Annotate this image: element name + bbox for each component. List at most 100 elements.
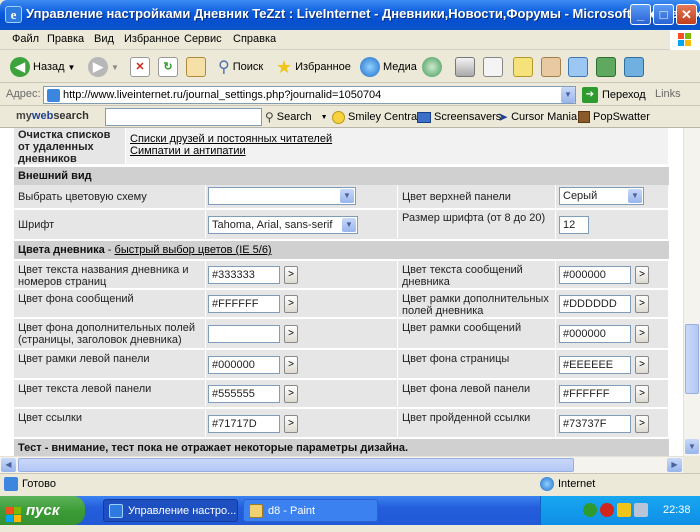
close-button[interactable]: ✕ (676, 4, 697, 25)
color-picker-button-left[interactable]: > (284, 356, 298, 374)
address-dropdown-button[interactable]: ▼ (561, 87, 575, 103)
sympathy-antipathy-link[interactable]: Симпатии и антипатии (130, 145, 664, 157)
refresh-button[interactable]: ↻ (158, 55, 178, 79)
print-button[interactable] (455, 55, 475, 79)
color-input-left[interactable]: #333333 (208, 266, 280, 284)
cleanup-links: Списки друзей и постоянных читателей Сим… (126, 128, 669, 164)
taskbar-paint-window[interactable]: d8 - Paint (243, 499, 378, 522)
tray-security-icon[interactable] (600, 503, 614, 517)
media-globe-icon (360, 57, 380, 77)
taskbar-ie-window[interactable]: Управление настро... (103, 499, 238, 522)
quick-color-link[interactable]: быстрый выбор цветов (IE 5/6) (115, 244, 272, 256)
font-select[interactable]: Tahoma, Arial, sans-serif ▼ (208, 216, 358, 234)
vertical-scroll-thumb[interactable] (685, 324, 699, 394)
color-input-right[interactable]: #73737F (559, 415, 631, 433)
color-cell-left: #FFFFFF > (206, 290, 398, 317)
stop-button[interactable]: ✕ (130, 55, 150, 79)
menu-favorites[interactable]: Избранное (124, 33, 180, 45)
menu-bar: Файл Правка Вид Избранное Сервис Справка (0, 30, 700, 50)
users-icon (624, 57, 644, 77)
color-input-right[interactable]: #EEEEEE (559, 356, 631, 374)
color-row: Цвет фона дополнительных полей (страницы… (14, 319, 669, 349)
color-picker-button-left[interactable]: > (284, 385, 298, 403)
fontsize-input[interactable]: 12 (559, 216, 589, 234)
friends-readers-link[interactable]: Списки друзей и постоянных читателей (130, 133, 664, 145)
color-label-left: Цвет текста левой панели (14, 380, 206, 407)
menu-edit[interactable]: Правка (47, 33, 84, 45)
scroll-right-button[interactable]: ▶ (667, 458, 682, 472)
color-input-right[interactable]: #000000 (559, 325, 631, 343)
favorites-button[interactable]: ★ Избранное (276, 55, 351, 79)
color-picker-button-right[interactable]: > (635, 356, 649, 374)
smiley-central-button[interactable]: Smiley Central (332, 109, 420, 125)
media-button[interactable]: Медиа (360, 55, 417, 79)
color-picker-button-right[interactable]: > (635, 415, 649, 433)
mail-button[interactable] (483, 55, 503, 79)
history-button[interactable] (422, 55, 442, 79)
color-label-right: Цвет рамки дополнительных полей дневника (398, 290, 556, 317)
go-button[interactable]: ➔ Переход (582, 86, 646, 104)
websearch-input[interactable] (105, 108, 262, 126)
chevron-down-icon: ▼ (628, 189, 642, 203)
color-input-right[interactable]: #000000 (559, 266, 631, 284)
vertical-scrollbar[interactable]: ▼ (683, 128, 700, 456)
color-picker-button-left[interactable]: > (284, 295, 298, 313)
color-picker-button-right[interactable]: > (635, 266, 649, 284)
forward-button[interactable]: ▶ ▼ (88, 55, 119, 79)
back-button[interactable]: ◀ Назад ▼ (10, 55, 75, 79)
websearch-search-button[interactable]: ⚲ Search ▼ (265, 109, 328, 125)
horizontal-scroll-thumb[interactable] (18, 458, 574, 472)
color-picker-button-right[interactable]: > (635, 385, 649, 403)
home-button[interactable] (186, 55, 206, 79)
minimize-button[interactable]: _ (630, 4, 651, 25)
menu-help[interactable]: Справка (233, 33, 276, 45)
scroll-down-button[interactable]: ▼ (685, 439, 699, 454)
color-input-right[interactable]: #DDDDDD (559, 295, 631, 313)
color-input-right[interactable]: #FFFFFF (559, 385, 631, 403)
color-picker-button-right[interactable]: > (635, 325, 649, 343)
start-button[interactable]: пуск (0, 496, 85, 525)
messenger-button[interactable] (568, 55, 588, 79)
scheme-label: Выбрать цветовую схему (14, 185, 206, 208)
color-input-left[interactable]: #555555 (208, 385, 280, 403)
popswatter-button[interactable]: PopSwatter (578, 109, 650, 125)
tray-volume-icon[interactable] (634, 503, 648, 517)
color-cell-right: #EEEEEE > (556, 350, 669, 378)
color-input-left[interactable] (208, 325, 280, 343)
horizontal-scrollbar[interactable]: ◀ ▶ (0, 456, 683, 473)
tray-warning-icon[interactable] (617, 503, 631, 517)
color-input-left[interactable]: #71717D (208, 415, 280, 433)
menu-view[interactable]: Вид (94, 33, 114, 45)
color-picker-button-left[interactable]: > (284, 325, 298, 343)
scroll-left-button[interactable]: ◀ (1, 458, 16, 472)
note-button[interactable] (513, 55, 533, 79)
color-label-left: Цвет рамки левой панели (14, 350, 206, 378)
status-bar: Готово Internet (0, 473, 700, 493)
color-picker-button-right[interactable]: > (635, 295, 649, 313)
address-input[interactable]: http://www.liveinternet.ru/journal_setti… (43, 86, 576, 104)
color-label-right: Цвет рамки сообщений (398, 319, 556, 348)
addon-button[interactable] (596, 55, 616, 79)
color-input-left[interactable]: #000000 (208, 356, 280, 374)
color-label-right: Цвет фона левой панели (398, 380, 556, 407)
cursor-mania-button[interactable]: ➤ Cursor Mania (498, 109, 577, 125)
menu-tools[interactable]: Сервис (184, 33, 222, 45)
maximize-button[interactable]: □ (653, 4, 674, 25)
menu-file[interactable]: Файл (12, 33, 39, 45)
popswatter-icon (578, 111, 590, 123)
color-picker-button-left[interactable]: > (284, 415, 298, 433)
toppanel-select[interactable]: Серый ▼ (559, 187, 644, 205)
tray-app-icon[interactable] (583, 503, 597, 517)
links-label[interactable]: Links (655, 88, 681, 100)
bag-button[interactable] (541, 55, 561, 79)
search-button[interactable]: ⚲ Поиск (218, 55, 263, 79)
color-input-left[interactable]: #FFFFFF (208, 295, 280, 313)
scheme-select[interactable]: ▼ (208, 187, 356, 205)
color-picker-button-left[interactable]: > (284, 266, 298, 284)
color-row: Цвет рамки левой панели #000000 > Цвет фона… (14, 350, 669, 379)
users-button[interactable] (624, 55, 644, 79)
appearance-header: Внешний вид (14, 167, 669, 185)
screensavers-button[interactable]: Screensavers (417, 109, 501, 125)
title-bar[interactable]: e Управление настройками Дневник TeZzt :… (0, 0, 700, 30)
windows-flag-icon (6, 503, 21, 522)
